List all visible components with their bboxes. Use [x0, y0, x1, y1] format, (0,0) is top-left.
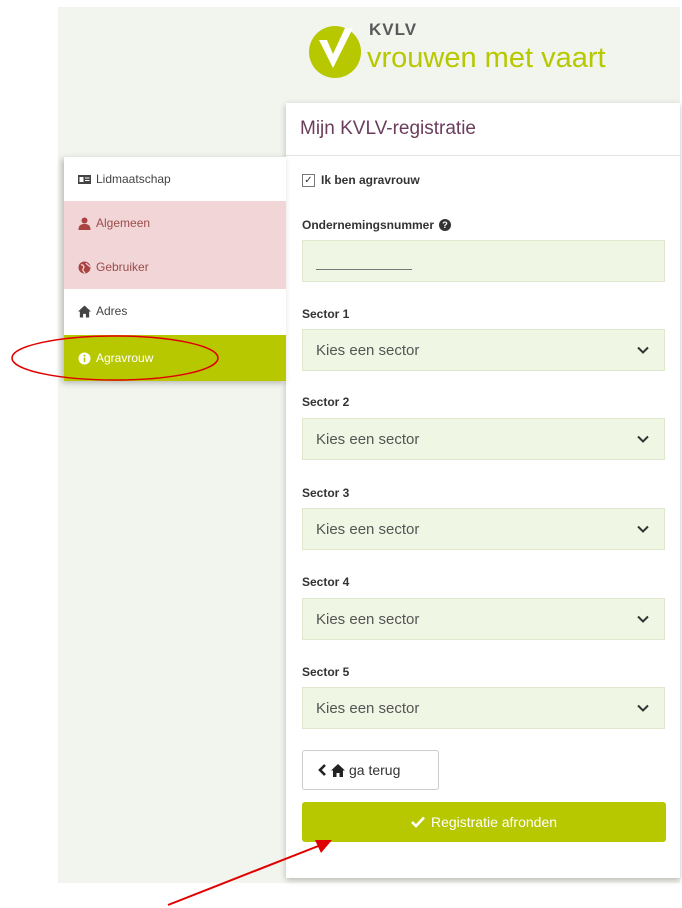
- id-card-icon: [78, 174, 91, 184]
- title-divider: [286, 155, 680, 156]
- checkmark-icon: [411, 816, 425, 828]
- sidebar-item-gebruiker[interactable]: Gebruiker: [64, 245, 286, 289]
- brand-logo: KVLV vrouwen met vaart: [305, 20, 675, 90]
- sidebar-item-lidmaatschap[interactable]: Lidmaatschap: [64, 157, 286, 201]
- sector-3-label: Sector 3: [302, 486, 350, 500]
- chevron-down-icon: [637, 435, 649, 443]
- sector-5-select[interactable]: Kies een sector: [302, 687, 665, 729]
- submit-button-label: Registratie afronden: [430, 814, 558, 830]
- chevron-left-icon: [318, 764, 326, 776]
- sidebar-item-label: Lidmaatschap: [96, 172, 171, 186]
- sidebar-item-label: Adres: [96, 304, 128, 318]
- input-underline: [316, 269, 412, 270]
- back-button-label: ga terug: [349, 762, 401, 778]
- sector-3-select[interactable]: Kies een sector: [302, 508, 665, 550]
- home-icon: [78, 304, 91, 318]
- globe-icon: [78, 261, 91, 273]
- sector-1-value: Kies een sector: [316, 341, 420, 359]
- company-number-label-row: Ondernemingsnummer ?: [302, 218, 452, 232]
- chevron-down-icon: [637, 615, 649, 623]
- sector-2-select[interactable]: Kies een sector: [302, 418, 665, 460]
- agravrouw-checkbox-label: Ik ben agravrouw: [321, 173, 420, 187]
- sidebar-item-adres[interactable]: Adres: [64, 289, 286, 333]
- registration-card: Mijn KVLV-registratie ✓ Ik ben agravrouw…: [286, 103, 680, 878]
- submit-registration-button[interactable]: Registratie afronden: [302, 802, 666, 842]
- sidebar-item-agravrouw[interactable]: Agravrouw: [64, 335, 286, 381]
- question-circle-icon[interactable]: ?: [439, 219, 452, 231]
- company-number-label: Ondernemingsnummer: [302, 218, 435, 232]
- sector-4-select[interactable]: Kies een sector: [302, 598, 665, 640]
- sidebar-item-algemeen[interactable]: Algemeen: [64, 201, 286, 245]
- brand-tagline: vrouwen met vaart: [367, 42, 606, 74]
- brand-name: KVLV: [369, 20, 418, 39]
- sidebar-item-label: Gebruiker: [96, 260, 149, 274]
- agravrouw-checkbox-row[interactable]: ✓ Ik ben agravrouw: [302, 173, 420, 187]
- sector-1-select[interactable]: Kies een sector: [302, 329, 665, 371]
- sector-5-value: Kies een sector: [316, 699, 420, 717]
- back-button[interactable]: ga terug: [302, 750, 439, 790]
- kvlv-logo-icon: [309, 26, 361, 78]
- sector-2-value: Kies een sector: [316, 430, 420, 448]
- sector-1-label: Sector 1: [302, 307, 350, 321]
- agravrouw-checkbox[interactable]: ✓: [302, 173, 315, 187]
- page-title: Mijn KVLV-registratie: [300, 118, 476, 139]
- sector-4-value: Kies een sector: [316, 610, 420, 628]
- chevron-down-icon: [637, 704, 649, 712]
- sidebar-item-label: Agravrouw: [96, 351, 154, 365]
- home-icon: [331, 763, 345, 777]
- sector-4-label: Sector 4: [302, 575, 350, 589]
- chevron-down-icon: [637, 346, 649, 354]
- company-number-input[interactable]: [302, 240, 665, 282]
- sector-3-value: Kies een sector: [316, 520, 420, 538]
- registration-steps-sidebar: Lidmaatschap Algemeen Gebruiker Adres Ag…: [64, 157, 286, 381]
- chevron-down-icon: [637, 525, 649, 533]
- sector-2-label: Sector 2: [302, 395, 350, 409]
- sidebar-item-label: Algemeen: [96, 216, 151, 230]
- user-icon: [78, 217, 91, 230]
- sector-5-label: Sector 5: [302, 665, 350, 679]
- info-circle-icon: [78, 352, 91, 364]
